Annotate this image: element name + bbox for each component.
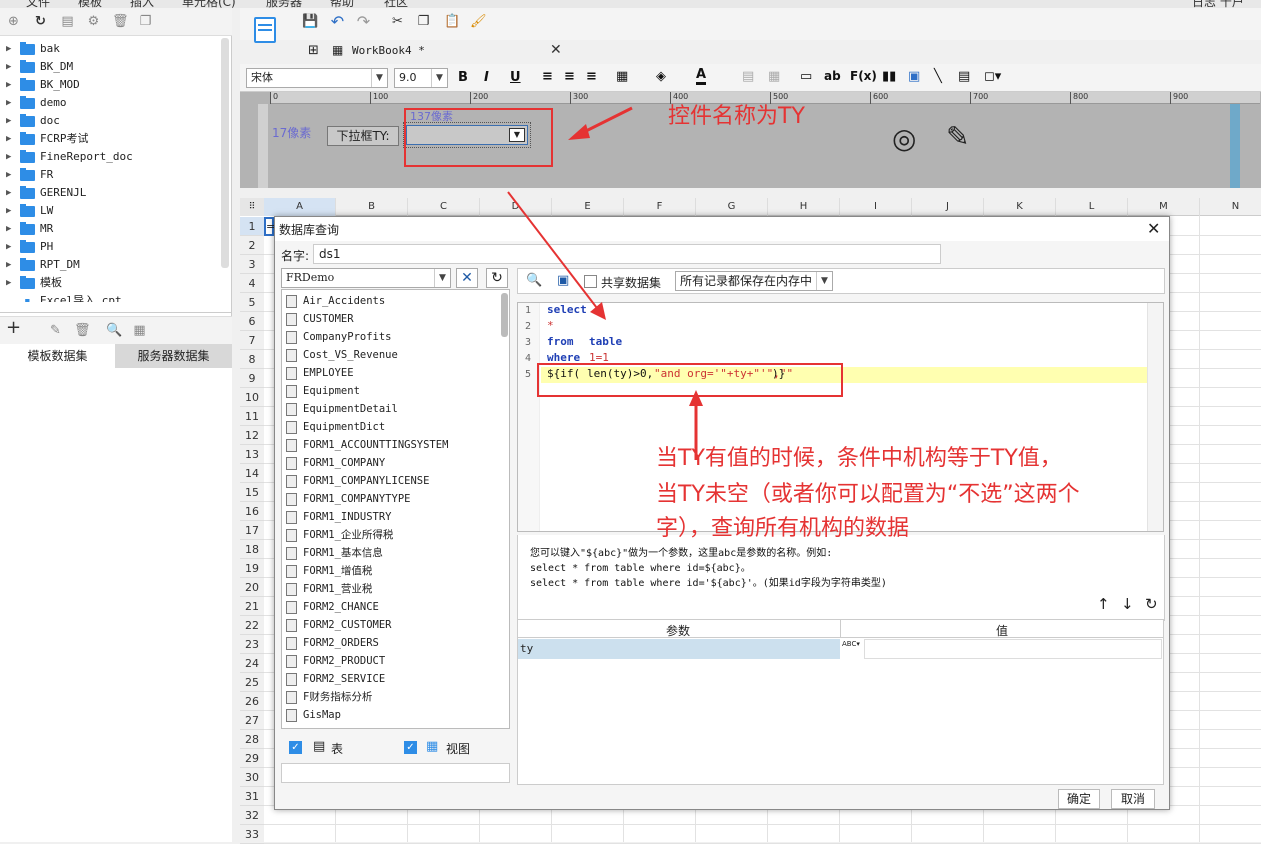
annotation-explain-1: 当TY有值的时候，条件中机构等于TY值， xyxy=(656,446,1062,471)
arrow-line-1 xyxy=(579,106,633,136)
arrow-head-1 xyxy=(568,124,590,140)
annotation-explain-2: 当TY未空（或者你可以配置为“不选”这两个 xyxy=(656,482,1080,507)
arrow-head-2 xyxy=(590,302,606,320)
annotation-control-name: 控件名称为TY xyxy=(668,104,805,129)
annotation-explain-3: 字），查询所有机构的数据 xyxy=(656,516,910,541)
arrow-line-2 xyxy=(507,191,601,313)
annotation-arrows xyxy=(507,106,703,460)
arrow-head-3 xyxy=(689,390,703,406)
